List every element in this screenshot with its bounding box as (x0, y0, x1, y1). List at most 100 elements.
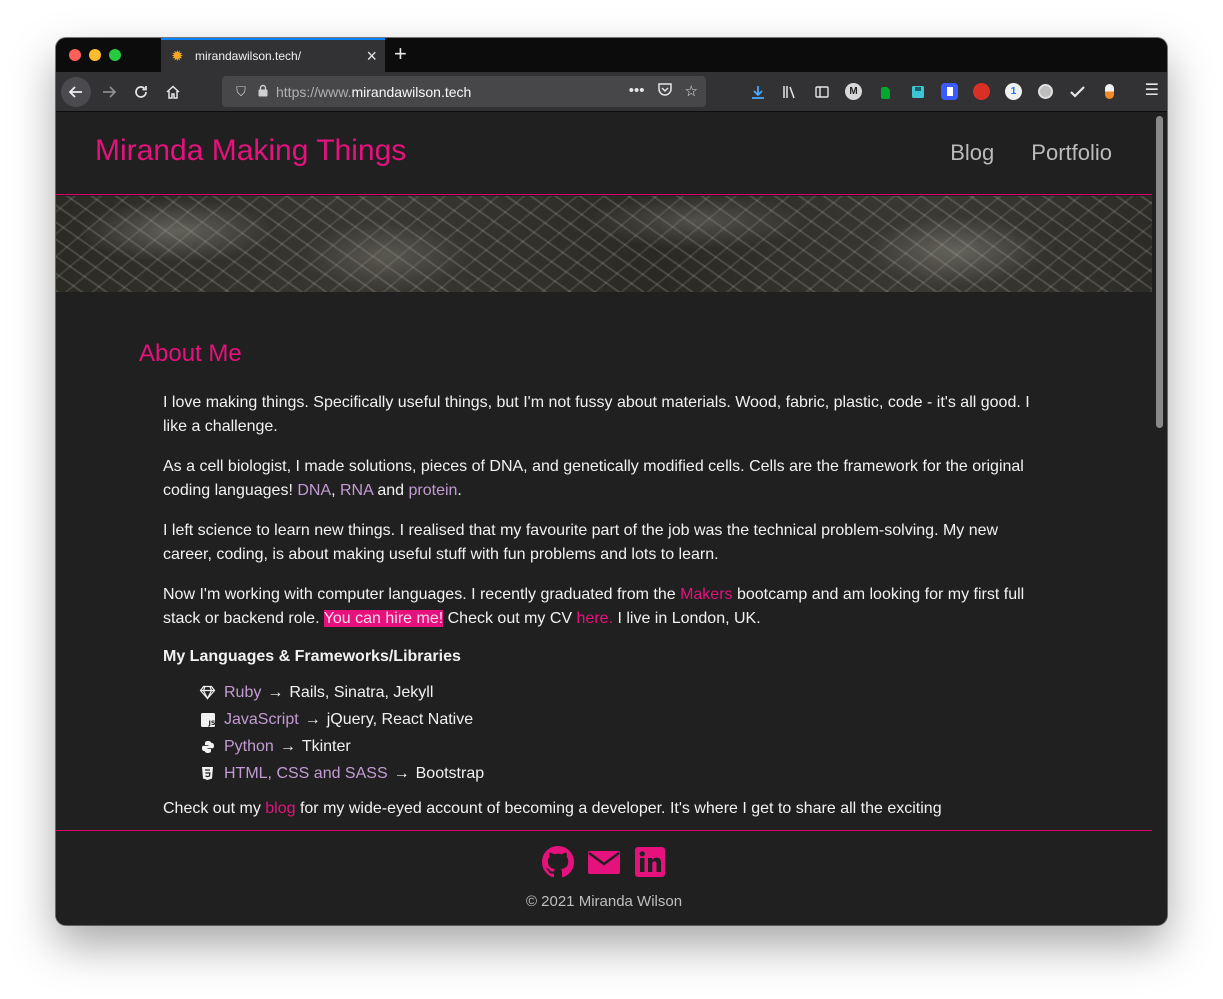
nav-portfolio-link[interactable]: Portfolio (1031, 140, 1112, 166)
pocket-icon[interactable] (657, 82, 673, 101)
frameworks-text: Rails, Sinatra, Jekyll (289, 683, 434, 701)
cv-link[interactable]: here. (577, 610, 613, 627)
p4-end: I live in London, UK. (613, 610, 761, 627)
about-paragraph-4: Now I'm working with computer languages.… (163, 583, 1039, 631)
reload-icon (135, 86, 147, 98)
html5-icon (199, 765, 216, 782)
svg-text:JS: JS (207, 719, 215, 727)
url-prefix: https://www. (276, 83, 352, 100)
js-icon: JS (199, 711, 216, 728)
about-paragraph-2: As a cell biologist, I made solutions, p… (163, 455, 1039, 503)
url-bar[interactable]: ⛉ https://www.mirandawilson.tech ••• ☆ (222, 76, 706, 107)
tab-active[interactable]: ✹ mirandawilson.tech/ × (161, 38, 385, 72)
download-icon[interactable] (746, 80, 769, 103)
check-extension-icon[interactable] (1066, 80, 1089, 103)
close-window-button[interactable] (69, 49, 81, 61)
dna-link[interactable]: DNA (297, 482, 331, 499)
gem-icon (199, 684, 216, 701)
zoom-window-button[interactable] (109, 49, 121, 61)
arrow-left-icon (68, 86, 82, 98)
languages-heading: My Languages & Frameworks/Libraries (163, 648, 461, 665)
site-nav: Blog Portfolio (950, 140, 1112, 166)
arrow-right-icon: → (304, 710, 321, 728)
frameworks-text: Bootstrap (415, 764, 485, 782)
p5-text: Check out my (163, 800, 266, 817)
new-tab-button[interactable]: + (394, 42, 407, 66)
lock-icon[interactable] (252, 84, 274, 100)
extension-toolbar: M 1 (746, 80, 1121, 103)
github-icon[interactable] (542, 846, 574, 878)
tab-strip: ✹ mirandawilson.tech/ × + (56, 38, 1167, 72)
home-button[interactable] (158, 77, 188, 107)
nav-blog-link[interactable]: Blog (950, 140, 994, 166)
site-title[interactable]: Miranda Making Things (95, 134, 406, 168)
one-extension-icon[interactable]: 1 (1002, 80, 1025, 103)
p4-cv: Check out my CV (443, 610, 577, 627)
p2-and: and (372, 482, 409, 499)
home-icon (166, 85, 180, 99)
bookmark-extension-icon[interactable] (938, 80, 961, 103)
p2-end: . (457, 482, 462, 499)
pill-extension-icon[interactable] (1098, 80, 1121, 103)
list-item: JS JavaScript → jQuery, React Native (199, 706, 1039, 733)
social-links (56, 846, 1152, 878)
arrow-right-icon: → (393, 764, 410, 782)
arrow-right-icon: → (267, 683, 284, 701)
p4-text: Now I'm working with computer languages.… (163, 586, 681, 603)
hamburger-menu-icon[interactable]: ☰ (1145, 80, 1159, 100)
protein-link[interactable]: protein (409, 482, 458, 499)
site-footer: © 2021 Miranda Wilson (56, 830, 1152, 925)
copyright-text: © 2021 Miranda Wilson (525, 893, 683, 910)
html-css-sass-link[interactable]: HTML, CSS and SASS (224, 762, 388, 786)
reload-button[interactable] (126, 77, 156, 107)
browser-window: ✹ mirandawilson.tech/ × + ⛉ https://www.… (56, 38, 1167, 925)
url-actions: ••• ☆ (629, 82, 698, 101)
about-paragraph-3: I left science to learn new things. I re… (163, 522, 999, 563)
tab-close-icon[interactable]: × (366, 47, 377, 65)
list-item: Python → Tkinter (199, 733, 1039, 760)
page-viewport: Miranda Making Things Blog Portfolio Abo… (56, 112, 1152, 925)
blog-link[interactable]: blog (265, 800, 295, 817)
about-body: I love making things. Specifically usefu… (139, 391, 1039, 821)
arrow-right-icon (103, 86, 117, 98)
url-domain: mirandawilson.tech (351, 83, 472, 100)
evernote-icon[interactable] (874, 80, 897, 103)
about-paragraph-1: I love making things. Specifically usefu… (163, 394, 1030, 435)
p5-post: for my wide-eyed account of becoming a d… (295, 800, 942, 817)
envelope-icon[interactable] (588, 846, 620, 878)
save-extension-icon[interactable] (906, 80, 929, 103)
shield-extension-icon[interactable] (970, 80, 993, 103)
page-scrollbar[interactable] (1152, 112, 1167, 925)
minimize-window-button[interactable] (89, 49, 101, 61)
frameworks-text: Tkinter (301, 737, 351, 755)
ruby-link[interactable]: Ruby (224, 681, 261, 705)
bookmark-star-icon[interactable]: ☆ (685, 82, 698, 101)
sidebar-icon[interactable] (810, 80, 833, 103)
javascript-link[interactable]: JavaScript (224, 708, 299, 732)
rna-link[interactable]: RNA (340, 482, 373, 499)
sun-favicon-icon: ✹ (171, 48, 184, 65)
forward-button[interactable] (94, 77, 124, 107)
p2-text: As a cell biologist, I made solutions, p… (163, 458, 1024, 499)
languages-list: Ruby → Rails, Sinatra, Jekyll JS JavaScr… (163, 679, 1039, 787)
about-paragraph-5: Check out my blog for my wide-eyed accou… (163, 797, 1039, 821)
library-icon[interactable] (778, 80, 801, 103)
window-controls (69, 49, 121, 61)
shield-icon[interactable]: ⛉ (230, 84, 252, 100)
p2-comma: , (331, 482, 340, 499)
python-link[interactable]: Python (224, 735, 274, 759)
scrollbar-thumb[interactable] (1156, 116, 1163, 428)
navigation-toolbar: ⛉ https://www.mirandawilson.tech ••• ☆ M… (56, 72, 1167, 112)
makers-link[interactable]: Makers (680, 586, 732, 603)
medium-extension-icon[interactable]: M (842, 80, 865, 103)
hire-me-highlight: You can hire me! (323, 610, 444, 627)
hero-leaf-banner (56, 196, 1152, 292)
url-text[interactable]: https://www.mirandawilson.tech (276, 84, 629, 100)
python-icon (199, 738, 216, 755)
circle-extension-icon[interactable] (1034, 80, 1057, 103)
linkedin-icon[interactable] (634, 846, 666, 878)
site-header: Miranda Making Things Blog Portfolio (56, 112, 1152, 195)
more-actions-icon[interactable]: ••• (629, 82, 645, 101)
frameworks-text: jQuery, React Native (326, 710, 474, 728)
back-button[interactable] (61, 77, 91, 107)
